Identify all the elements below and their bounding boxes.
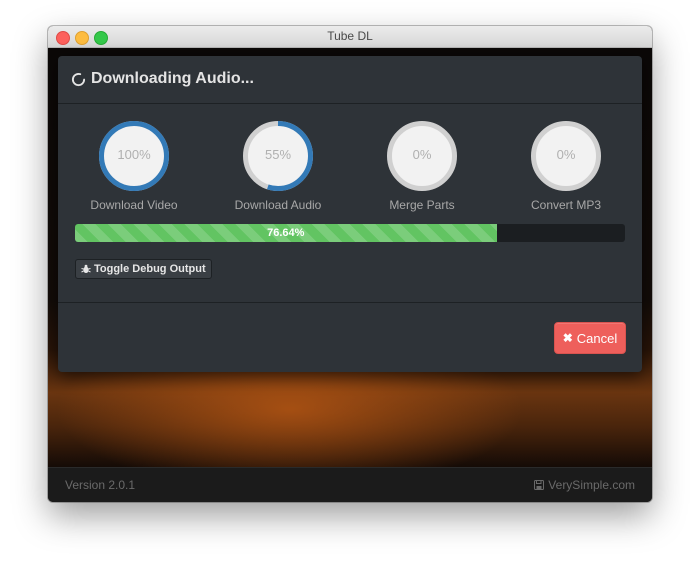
version-text: Version 2.0.1 <box>65 478 136 492</box>
step-percent: 0% <box>556 147 576 162</box>
window-title: Tube DL <box>327 29 373 43</box>
progress-ring: 0% <box>530 120 602 192</box>
download-modal: Downloading Audio... 100% Download Video <box>58 56 642 372</box>
save-icon <box>534 480 545 490</box>
cancel-label: Cancel <box>576 330 618 346</box>
modal-title: Downloading Audio... <box>91 70 254 87</box>
progress-ring: 0% <box>386 120 458 192</box>
progress-ring: 55% <box>242 120 314 192</box>
cancel-button[interactable]: ✖ Cancel <box>554 322 626 354</box>
app-window: Tube DL Downloading Audio... 100% Downlo… <box>48 26 652 502</box>
step-percent: 100% <box>117 147 151 162</box>
step-label: Download Video <box>90 198 178 212</box>
step-download-video: 100% Download Video <box>64 120 204 212</box>
overall-progress-bar: 76.64% <box>75 224 625 242</box>
progress-ring: 100% <box>98 120 170 192</box>
step-download-audio: 55% Download Audio <box>208 120 348 212</box>
step-label: Download Audio <box>234 198 322 212</box>
modal-footer-divider <box>58 302 642 303</box>
site-link[interactable]: VerySimple.com <box>534 478 635 492</box>
modal-header: Downloading Audio... <box>58 56 642 104</box>
step-merge-parts: 0% Merge Parts <box>352 120 492 212</box>
close-icon: ✖ <box>562 331 573 345</box>
step-label: Merge Parts <box>389 198 455 212</box>
step-convert-mp3: 0% Convert MP3 <box>496 120 636 212</box>
spinner-icon <box>71 72 86 87</box>
progress-fill: 76.64% <box>75 224 497 242</box>
step-percent: 0% <box>412 147 432 162</box>
bug-icon <box>81 264 91 273</box>
toggle-debug-label: Toggle Debug Output <box>94 263 206 275</box>
toggle-debug-button[interactable]: Toggle Debug Output <box>75 259 212 279</box>
app-footer: Version 2.0.1 VerySimple.com <box>48 467 652 502</box>
step-label: Convert MP3 <box>530 198 602 212</box>
site-link-label: VerySimple.com <box>548 478 635 492</box>
step-percent: 55% <box>264 147 292 162</box>
title-bar: Tube DL <box>48 26 652 48</box>
